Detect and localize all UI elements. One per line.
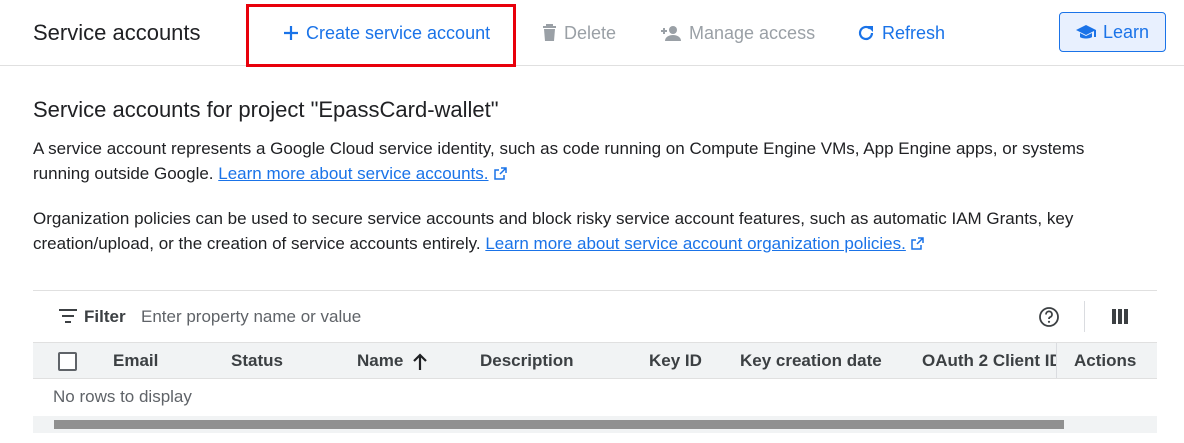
page-title: Service accounts (33, 20, 201, 45)
intro-text: A service account represents a Google Cl… (33, 139, 1085, 183)
learn-label: Learn (1102, 21, 1150, 42)
section-title: Service accounts for project "EpassCard-… (33, 97, 499, 122)
org-policy-paragraph: Organization policies can be used to sec… (33, 206, 1143, 256)
delete-button[interactable]: Delete (542, 20, 616, 46)
column-header-actions-cell: Actions (1056, 343, 1157, 378)
column-header-key-id[interactable]: Key ID (649, 351, 702, 371)
manage-access-button[interactable]: Manage access (660, 20, 815, 46)
toolbar-divider (1084, 301, 1085, 332)
filter-input[interactable] (141, 303, 1001, 331)
person-add-icon (661, 26, 681, 41)
column-header-status[interactable]: Status (231, 351, 283, 371)
column-header-key-creation-date[interactable]: Key creation date (740, 351, 882, 371)
highlight-annotation (246, 4, 516, 67)
learn-button[interactable]: Learn (1059, 12, 1166, 52)
help-icon[interactable] (1038, 306, 1060, 328)
learn-more-service-accounts-link[interactable]: Learn more about service accounts. (218, 164, 488, 183)
toolbar: Service accounts Create service account … (0, 0, 1184, 66)
refresh-icon (858, 25, 874, 41)
empty-table-message: No rows to display (53, 387, 192, 406)
delete-label: Delete (564, 22, 617, 43)
trash-icon (543, 24, 556, 41)
table-header: Email Status Name Description Key ID Key… (33, 342, 1157, 379)
column-header-oauth-client-id[interactable]: OAuth 2 Client ID (922, 351, 1056, 371)
external-link-icon (911, 237, 924, 250)
column-header-name[interactable]: Name (357, 351, 428, 371)
column-header-name-label: Name (357, 351, 404, 370)
service-accounts-table: Filter Email Status Name Description Key… (33, 290, 1157, 438)
select-all-checkbox[interactable] (58, 352, 77, 371)
column-header-email[interactable]: Email (113, 351, 158, 371)
filter-bar: Filter (33, 291, 1157, 342)
filter-icon (59, 309, 77, 323)
columns-icon[interactable] (1112, 309, 1128, 324)
arrow-up-icon (413, 352, 428, 370)
intro-paragraph: A service account represents a Google Cl… (33, 136, 1143, 186)
filter-label: Filter (84, 307, 126, 326)
refresh-label: Refresh (882, 22, 946, 43)
column-header-description[interactable]: Description (480, 351, 574, 371)
refresh-button[interactable]: Refresh (857, 20, 945, 46)
external-link-icon (493, 167, 507, 180)
scrollbar-thumb[interactable] (54, 420, 1064, 429)
horizontal-scrollbar[interactable] (33, 416, 1157, 433)
learn-more-org-policies-link[interactable]: Learn more about service account organiz… (485, 234, 906, 253)
column-header-actions: Actions (1074, 351, 1137, 370)
manage-access-label: Manage access (689, 22, 816, 43)
school-cap-icon (1075, 25, 1096, 39)
